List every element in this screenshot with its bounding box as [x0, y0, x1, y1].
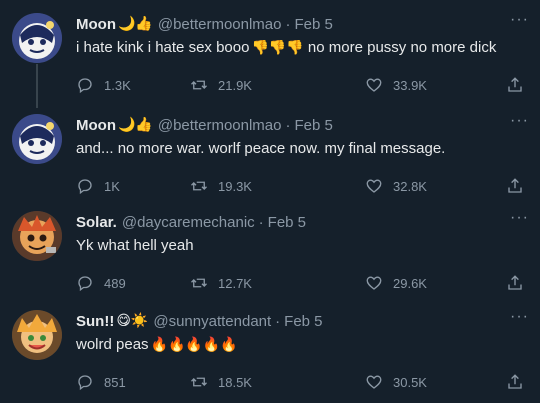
retweet-icon: [191, 278, 207, 288]
share-button[interactable]: [506, 76, 534, 94]
tweet-actions: 1K 19.3K 32.8K: [76, 177, 526, 197]
retweet-button[interactable]: 12.7K: [190, 274, 252, 292]
share-button[interactable]: [506, 274, 534, 292]
like-button[interactable]: 29.6K: [365, 274, 427, 292]
reply-button[interactable]: 1K: [76, 177, 120, 195]
retweet-button[interactable]: 21.9K: [190, 76, 252, 94]
retweet-count: 12.7K: [218, 275, 252, 291]
reply-count: 489: [104, 275, 126, 291]
display-name[interactable]: Solar.: [76, 214, 117, 231]
tweet-actions: 851 18.5K 30.5K: [76, 373, 526, 393]
like-count: 30.5K: [393, 374, 427, 390]
share-button[interactable]: [506, 177, 534, 195]
like-icon: [366, 78, 382, 92]
retweet-icon: [191, 80, 207, 90]
like-count: 33.9K: [393, 77, 427, 93]
tweet-date[interactable]: Feb 5: [294, 16, 332, 33]
name-emoji: 😋☀️: [116, 313, 149, 329]
avatar-moon[interactable]: [12, 114, 62, 164]
reply-count: 1.3K: [104, 77, 131, 93]
text-emoji: 🔥🔥🔥🔥🔥: [150, 337, 238, 353]
tweet-thread: Moon 🌙👍 @bettermoonlmao · Feb 5 ··· i ha…: [0, 0, 540, 403]
reply-icon: [78, 179, 92, 195]
like-icon: [366, 179, 382, 193]
display-name[interactable]: Moon: [76, 16, 116, 33]
avatar-moon[interactable]: [12, 13, 62, 63]
tweet-actions: 489 12.7K 29.6K: [76, 274, 526, 294]
tweet-actions: 1.3K 21.9K 33.9K: [76, 76, 526, 96]
share-icon: [508, 77, 522, 92]
share-icon: [508, 178, 522, 193]
like-button[interactable]: 33.9K: [365, 76, 427, 94]
display-name[interactable]: Moon: [76, 117, 116, 134]
tweet-text: and... no more war. worlf peace now. my …: [76, 140, 446, 157]
tweet-header: Moon 🌙👍 @bettermoonlmao · Feb 5: [76, 116, 333, 134]
tweet-4[interactable]: Sun!! 😋☀️ @sunnyattendant · Feb 5 ··· wo…: [0, 309, 540, 400]
avatar-sun[interactable]: [12, 310, 62, 360]
user-handle[interactable]: @daycaremechanic: [122, 214, 255, 231]
retweet-icon: [191, 377, 207, 387]
like-icon: [366, 276, 382, 290]
reply-count: 851: [104, 374, 126, 390]
share-button[interactable]: [506, 373, 534, 391]
retweet-count: 19.3K: [218, 178, 252, 194]
reply-icon: [78, 276, 92, 292]
like-icon: [366, 375, 382, 389]
more-icon[interactable]: ···: [510, 210, 528, 229]
more-icon[interactable]: ···: [510, 113, 528, 132]
retweet-count: 21.9K: [218, 77, 252, 93]
like-button[interactable]: 32.8K: [365, 177, 427, 195]
tweet-text: i hate kink i hate sex booo 👎👎👎 no more p…: [76, 39, 497, 56]
tweet-date[interactable]: Feb 5: [294, 117, 332, 134]
more-icon[interactable]: ···: [510, 309, 528, 328]
more-icon[interactable]: ···: [510, 12, 528, 31]
user-handle[interactable]: @bettermoonlmao: [158, 117, 282, 134]
user-handle[interactable]: @sunnyattendant: [153, 313, 271, 330]
tweet-2[interactable]: Moon 🌙👍 @bettermoonlmao · Feb 5 ··· and.…: [0, 113, 540, 204]
tweet-header: Sun!! 😋☀️ @sunnyattendant · Feb 5: [76, 312, 323, 330]
tweet-header: Moon 🌙👍 @bettermoonlmao · Feb 5: [76, 15, 333, 33]
tweet-3[interactable]: Solar. @daycaremechanic · Feb 5 ··· Yk w…: [0, 210, 540, 301]
reply-icon: [78, 78, 92, 94]
reply-button[interactable]: 489: [76, 274, 126, 292]
reply-button[interactable]: 1.3K: [76, 76, 131, 94]
retweet-icon: [191, 181, 207, 191]
retweet-button[interactable]: 18.5K: [190, 373, 252, 391]
retweet-count: 18.5K: [218, 374, 252, 390]
retweet-button[interactable]: 19.3K: [190, 177, 252, 195]
reply-count: 1K: [104, 178, 120, 194]
reply-icon: [78, 375, 92, 391]
tweet-1[interactable]: Moon 🌙👍 @bettermoonlmao · Feb 5 ··· i ha…: [0, 12, 540, 103]
name-emoji: 🌙👍: [117, 16, 153, 32]
tweet-date[interactable]: Feb 5: [284, 313, 322, 330]
text-emoji: 👎👎👎: [251, 40, 304, 56]
user-handle[interactable]: @bettermoonlmao: [158, 16, 282, 33]
name-emoji: 🌙👍: [117, 117, 153, 133]
share-icon: [508, 275, 522, 290]
like-button[interactable]: 30.5K: [365, 373, 427, 391]
reply-button[interactable]: 851: [76, 373, 126, 391]
tweet-text: wolrd peas 🔥🔥🔥🔥🔥: [76, 336, 238, 353]
avatar-solar[interactable]: [12, 211, 62, 261]
like-count: 29.6K: [393, 275, 427, 291]
tweet-text: Yk what hell yeah: [76, 237, 194, 254]
tweet-date[interactable]: Feb 5: [268, 214, 306, 231]
share-icon: [508, 374, 522, 389]
like-count: 32.8K: [393, 178, 427, 194]
display-name[interactable]: Sun!!: [76, 313, 114, 330]
tweet-header: Solar. @daycaremechanic · Feb 5: [76, 213, 307, 231]
